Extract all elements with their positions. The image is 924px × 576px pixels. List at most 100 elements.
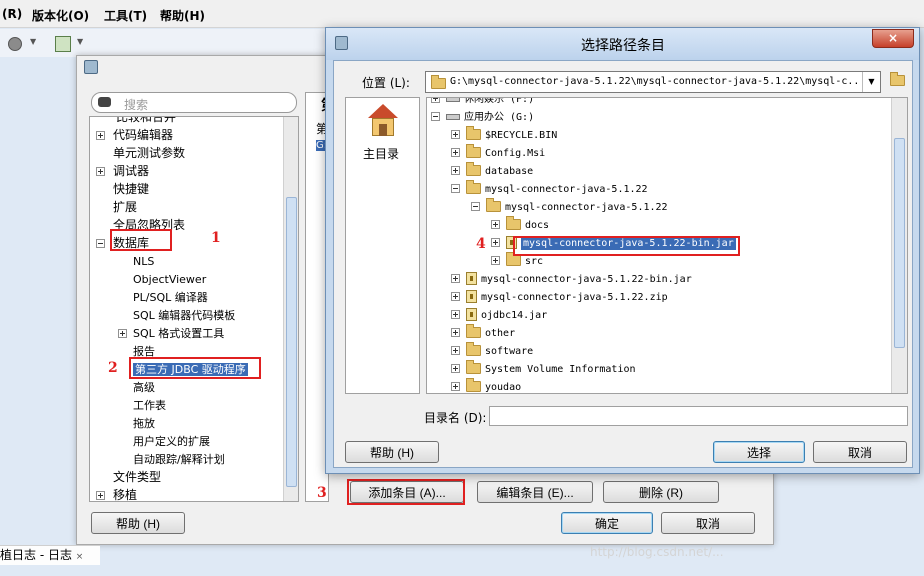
dropdown-arrow-icon[interactable]: ▼ bbox=[77, 37, 83, 46]
expand-icon[interactable] bbox=[451, 364, 460, 373]
dialog-cancel-button[interactable]: 取消 bbox=[813, 441, 907, 463]
expand-icon[interactable] bbox=[451, 382, 460, 391]
file-tree-item-label: 应用办公 (G:) bbox=[464, 112, 535, 123]
file-tree-item[interactable]: database bbox=[451, 161, 533, 179]
expand-icon[interactable] bbox=[451, 166, 460, 175]
collapse-icon[interactable] bbox=[96, 239, 105, 248]
file-tree-item-label: mysql-connector-java-5.1.22.zip bbox=[481, 292, 668, 303]
menu-tools[interactable]: 工具(T) bbox=[104, 7, 147, 24]
file-tree-item[interactable]: System Volume Information bbox=[451, 359, 636, 377]
dialog-help-button[interactable]: 帮助 (H) bbox=[345, 441, 439, 463]
location-value: G:\mysql-connector-java-5.1.22\mysql-con… bbox=[450, 76, 860, 87]
collapse-icon[interactable] bbox=[471, 202, 480, 211]
tree-item-cut[interactable]: 比较和合并 bbox=[116, 117, 176, 126]
tree-item[interactable]: 调试器 bbox=[96, 162, 149, 180]
select-button[interactable]: 选择 bbox=[713, 441, 805, 463]
delete-button[interactable]: 删除 (R) bbox=[603, 481, 719, 503]
tree-item[interactable]: 移植 bbox=[96, 486, 137, 501]
expand-icon[interactable] bbox=[491, 220, 500, 229]
file-tree-item[interactable]: other bbox=[451, 323, 515, 341]
folder-icon bbox=[466, 360, 481, 374]
dropdown-arrow-icon[interactable]: ▼ bbox=[30, 37, 36, 46]
tree-item[interactable]: 扩展 bbox=[96, 198, 137, 216]
tree-item[interactable]: 自动跟踪/解释计划 bbox=[118, 450, 225, 468]
file-tree-item[interactable]: docs bbox=[491, 215, 549, 233]
collapse-icon[interactable] bbox=[431, 112, 440, 121]
expand-icon[interactable] bbox=[451, 328, 460, 337]
expand-icon[interactable] bbox=[431, 98, 440, 103]
tree-item[interactable]: 用户定义的扩展 bbox=[118, 432, 210, 450]
binoculars-icon bbox=[98, 97, 111, 107]
cancel-button[interactable]: 取消 bbox=[661, 512, 755, 534]
tree-item[interactable]: 单元测试参数 bbox=[96, 144, 185, 162]
expand-icon[interactable] bbox=[451, 292, 460, 301]
expand-icon[interactable] bbox=[491, 238, 500, 247]
menu-help[interactable]: 帮助(H) bbox=[160, 7, 205, 24]
close-button[interactable]: × bbox=[872, 29, 914, 48]
expand-icon[interactable] bbox=[451, 130, 460, 139]
home-label[interactable]: 主目录 bbox=[363, 145, 399, 162]
collapse-icon[interactable] bbox=[451, 184, 460, 193]
expand-icon[interactable] bbox=[118, 329, 127, 338]
tree-item[interactable]: SQL 格式设置工具 bbox=[118, 324, 224, 342]
file-tree-item[interactable]: 应用办公 (G:) bbox=[431, 107, 534, 125]
dirname-input[interactable] bbox=[489, 406, 908, 426]
menu-r[interactable]: (R) bbox=[2, 7, 22, 21]
location-combo[interactable]: G:\mysql-connector-java-5.1.22\mysql-con… bbox=[425, 71, 881, 93]
file-tree-item[interactable]: mysql-connector-java-5.1.22.zip bbox=[451, 287, 668, 305]
help-button[interactable]: 帮助 (H) bbox=[91, 512, 185, 534]
expand-icon[interactable] bbox=[96, 491, 105, 500]
expand-icon[interactable] bbox=[96, 167, 105, 176]
sql-icon[interactable] bbox=[55, 36, 71, 52]
category-tree[interactable]: 比较和合并 代码编辑器 单元测试参数 调试器 快捷键 扩展 全局忽略列表 数据库 NLS Obj… bbox=[89, 116, 299, 502]
expand-icon[interactable] bbox=[451, 310, 460, 319]
edit-entry-button[interactable]: 编辑条目 (E)... bbox=[477, 481, 593, 503]
file-tree-item[interactable]: software bbox=[451, 341, 533, 359]
tree-item[interactable]: 高级 bbox=[118, 378, 155, 396]
tree-scroll-thumb[interactable] bbox=[286, 197, 297, 487]
tree-item[interactable]: NLS bbox=[118, 252, 154, 270]
toolbar: ▼ ▼ bbox=[0, 29, 330, 57]
tree-item-label: 用户定义的扩展 bbox=[133, 435, 210, 448]
file-tree-item[interactable]: mysql-connector-java-5.1.22 bbox=[471, 197, 668, 215]
highlight-jar bbox=[513, 236, 740, 256]
tree-item[interactable]: PL/SQL 编译器 bbox=[118, 288, 208, 306]
expand-icon[interactable] bbox=[451, 148, 460, 157]
tree-item[interactable]: 代码编辑器 bbox=[96, 126, 173, 144]
tree-scrollbar[interactable] bbox=[283, 117, 298, 501]
new-folder-icon[interactable] bbox=[890, 72, 909, 87]
home-icon[interactable] bbox=[366, 104, 400, 138]
annotation-4: 4 bbox=[476, 236, 486, 252]
file-tree-item-label: mysql-connector-java-5.1.22-bin.jar bbox=[481, 274, 692, 285]
expand-icon[interactable] bbox=[451, 346, 460, 355]
file-tree-item[interactable]: youdao bbox=[451, 377, 521, 393]
tree-item[interactable]: 快捷键 bbox=[96, 180, 149, 198]
tree-item[interactable]: 工作表 bbox=[118, 396, 166, 414]
file-tree-item-label: 休闲娱乐 (F:) bbox=[464, 97, 535, 105]
file-tree-item[interactable]: mysql-connector-java-5.1.22-bin.jar bbox=[451, 269, 692, 287]
ok-button[interactable]: 确定 bbox=[561, 512, 653, 534]
tree-item[interactable]: ObjectViewer bbox=[118, 270, 206, 288]
tree-item-label: NLS bbox=[133, 255, 155, 268]
search-field[interactable]: 搜索 bbox=[91, 92, 297, 113]
file-tree-scrollbar[interactable] bbox=[891, 98, 907, 393]
tree-item[interactable]: 文件类型 bbox=[96, 468, 161, 486]
close-icon[interactable]: × bbox=[76, 552, 84, 562]
file-tree-item[interactable]: mysql-connector-java-5.1.22 bbox=[451, 179, 648, 197]
file-tree-item[interactable]: 休闲娱乐 (F:) bbox=[431, 97, 535, 107]
file-tree-item[interactable]: Config.Msi bbox=[451, 143, 545, 161]
file-tree-scroll-thumb[interactable] bbox=[894, 138, 905, 348]
expand-icon[interactable] bbox=[451, 274, 460, 283]
forward-icon[interactable] bbox=[8, 37, 22, 51]
chevron-down-icon[interactable]: ▼ bbox=[862, 72, 880, 92]
file-tree-item[interactable]: ojdbc14.jar bbox=[451, 305, 547, 323]
expand-icon[interactable] bbox=[96, 131, 105, 140]
tree-item[interactable]: SQL 编辑器代码模板 bbox=[118, 306, 235, 324]
expand-icon[interactable] bbox=[491, 256, 500, 265]
menu-versioning[interactable]: 版本化(O) bbox=[32, 7, 89, 24]
bottom-tab[interactable]: 植日志 - 日志 × bbox=[0, 545, 100, 565]
tree-item[interactable]: 拖放 bbox=[118, 414, 155, 432]
folder-icon bbox=[506, 252, 521, 266]
folder-icon bbox=[431, 75, 450, 90]
file-tree-item[interactable]: $RECYCLE.BIN bbox=[451, 125, 557, 143]
